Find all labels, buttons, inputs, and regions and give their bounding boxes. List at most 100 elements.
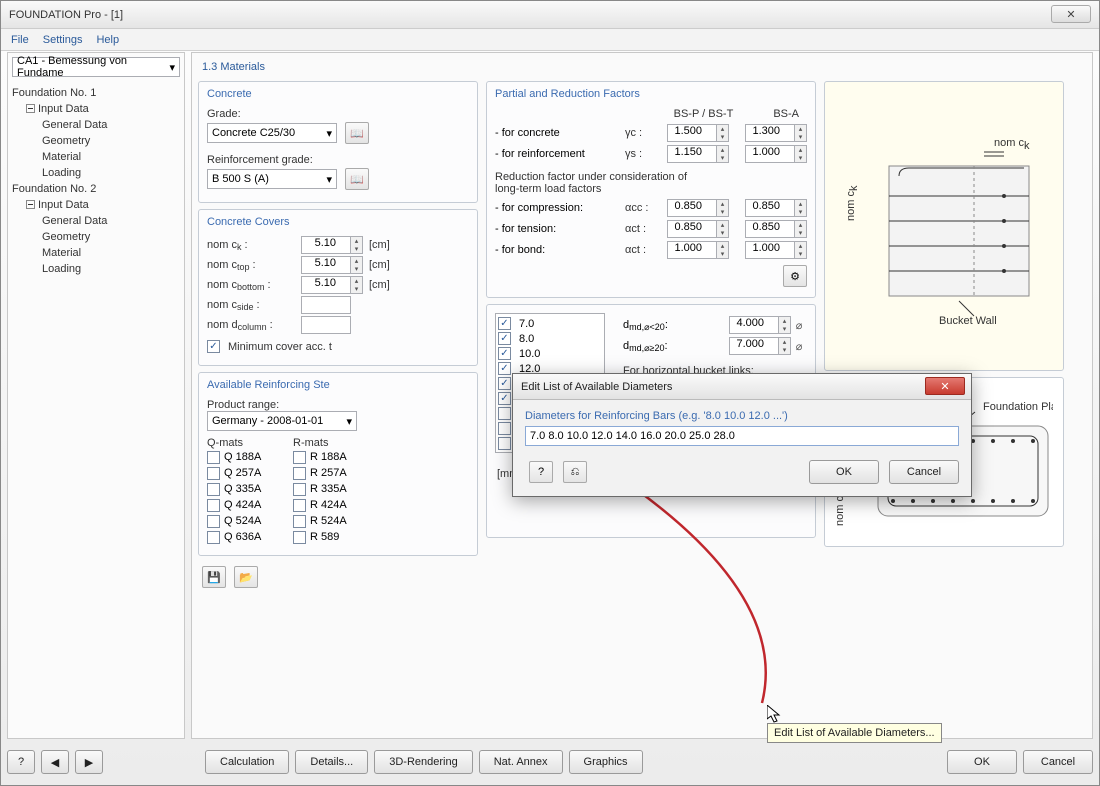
tree[interactable]: Foundation No. 1 Input Data General Data… (8, 81, 184, 738)
bond-bsp-input[interactable]: 1.000 (667, 241, 717, 259)
checkbox[interactable] (293, 483, 306, 496)
checkbox[interactable] (498, 362, 511, 375)
nom-cside-input[interactable] (301, 296, 351, 314)
nom-ck-input[interactable]: 5.10 (301, 236, 351, 254)
tree-input-data[interactable]: Input Data (38, 103, 89, 115)
checkbox[interactable] (498, 317, 511, 330)
spinner[interactable]: ▴▾ (795, 145, 807, 163)
ok-button[interactable]: OK (947, 750, 1017, 774)
checkbox[interactable] (207, 531, 220, 544)
diameter-item[interactable]: 10.0 (498, 346, 602, 361)
checkbox[interactable] (498, 422, 511, 435)
q-mat-item[interactable]: Q 424A (207, 497, 293, 513)
factors-settings-button[interactable]: ⚙ (783, 265, 807, 287)
q-mat-item[interactable]: Q 335A (207, 481, 293, 497)
spinner[interactable]: ▴▾ (717, 199, 729, 217)
dialog-cancel-button[interactable]: Cancel (889, 460, 959, 484)
spinner[interactable]: ▴▾ (779, 316, 791, 334)
checkbox[interactable] (498, 332, 511, 345)
reinf-grade-select[interactable]: B 500 S (A)▾ (207, 169, 337, 189)
r-mat-item[interactable]: R 335A (293, 481, 379, 497)
dialog-close-button[interactable]: ✕ (925, 377, 965, 395)
diameter-item[interactable]: 8.0 (498, 331, 602, 346)
menu-file[interactable]: File (11, 34, 29, 46)
checkbox[interactable] (293, 531, 306, 544)
q-mat-item[interactable]: Q 524A (207, 513, 293, 529)
checkbox[interactable] (498, 407, 511, 420)
prev-button[interactable]: ◀ (41, 750, 69, 774)
tree-loading[interactable]: Loading (12, 165, 180, 181)
dialog-ok-button[interactable]: OK (809, 460, 879, 484)
checkbox[interactable] (207, 499, 220, 512)
bond-bsa-input[interactable]: 1.000 (745, 241, 795, 259)
tree-material-2[interactable]: Material (12, 245, 180, 261)
checkbox[interactable] (293, 451, 306, 464)
ys-bsa-input[interactable]: 1.000 (745, 145, 795, 163)
nom-cbottom-input[interactable]: 5.10 (301, 276, 351, 294)
cancel-button[interactable]: Cancel (1023, 750, 1093, 774)
act-bsa-input[interactable]: 0.850 (745, 220, 795, 238)
checkbox[interactable] (498, 392, 511, 405)
next-button[interactable]: ▶ (75, 750, 103, 774)
dmd-lt20-input[interactable]: 4.000 (729, 316, 779, 334)
nom-ctop-input[interactable]: 5.10 (301, 256, 351, 274)
q-mat-item[interactable]: Q 257A (207, 465, 293, 481)
acc-bsa-input[interactable]: 0.850 (745, 199, 795, 217)
load-profile-button[interactable]: 📂 (234, 566, 258, 588)
spinner[interactable]: ▴▾ (351, 276, 363, 294)
acc-bsp-input[interactable]: 0.850 (667, 199, 717, 217)
tree-geometry[interactable]: Geometry (12, 133, 180, 149)
window-close-button[interactable]: ✕ (1051, 5, 1091, 23)
checkbox[interactable] (293, 499, 306, 512)
r-mat-item[interactable]: R 188A (293, 449, 379, 465)
checkbox[interactable] (498, 437, 511, 450)
yc-bsp-input[interactable]: 1.500 (667, 124, 717, 142)
ys-bsp-input[interactable]: 1.150 (667, 145, 717, 163)
checkbox[interactable] (207, 451, 220, 464)
spinner[interactable]: ▴▾ (717, 124, 729, 142)
spinner[interactable]: ▴▾ (717, 145, 729, 163)
spinner[interactable]: ▴▾ (351, 256, 363, 274)
r-mat-item[interactable]: R 524A (293, 513, 379, 529)
save-profile-button[interactable]: 💾 (202, 566, 226, 588)
3d-rendering-button[interactable]: 3D-Rendering (374, 750, 472, 774)
help-button[interactable]: ? (7, 750, 35, 774)
tree-loading-2[interactable]: Loading (12, 261, 180, 277)
tree-input-data-2[interactable]: Input Data (38, 199, 89, 211)
tree-geometry-2[interactable]: Geometry (12, 229, 180, 245)
q-mat-item[interactable]: Q 188A (207, 449, 293, 465)
min-cover-checkbox[interactable] (207, 340, 220, 353)
checkbox[interactable] (293, 515, 306, 528)
tree-material[interactable]: Material (12, 149, 180, 165)
spinner[interactable]: ▴▾ (351, 236, 363, 254)
tree-foundation-1[interactable]: Foundation No. 1 (12, 85, 180, 101)
checkbox[interactable] (207, 467, 220, 480)
diameter-item[interactable]: 7.0 (498, 316, 602, 331)
details-button[interactable]: Details... (295, 750, 368, 774)
checkbox[interactable] (207, 483, 220, 496)
spinner[interactable]: ▴▾ (795, 220, 807, 238)
checkbox[interactable] (498, 347, 511, 360)
tree-general-2[interactable]: General Data (12, 213, 180, 229)
checkbox[interactable] (207, 515, 220, 528)
spinner[interactable]: ▴▾ (795, 199, 807, 217)
diameters-input[interactable]: 7.0 8.0 10.0 12.0 14.0 16.0 20.0 25.0 28… (525, 426, 959, 446)
q-mat-item[interactable]: Q 636A (207, 529, 293, 545)
dmd-ge20-input[interactable]: 7.000 (729, 337, 779, 355)
r-mat-item[interactable]: R 589 (293, 529, 379, 545)
nat-annex-button[interactable]: Nat. Annex (479, 750, 563, 774)
checkbox[interactable] (498, 377, 511, 390)
checkbox[interactable] (293, 467, 306, 480)
spinner[interactable]: ▴▾ (795, 241, 807, 259)
yc-bsa-input[interactable]: 1.300 (745, 124, 795, 142)
nom-dcolumn-input[interactable] (301, 316, 351, 334)
case-selector[interactable]: CA1 - Bemessung von Fundame▾ (12, 57, 180, 77)
act-bsp-input[interactable]: 0.850 (667, 220, 717, 238)
concrete-grade-select[interactable]: Concrete C25/30▾ (207, 123, 337, 143)
expander-icon[interactable] (26, 200, 35, 209)
dialog-help-button[interactable]: ? (529, 461, 553, 483)
library-button[interactable]: 📖 (345, 168, 369, 190)
spinner[interactable]: ▴▾ (717, 220, 729, 238)
expander-icon[interactable] (26, 104, 35, 113)
library-button[interactable]: 📖 (345, 122, 369, 144)
